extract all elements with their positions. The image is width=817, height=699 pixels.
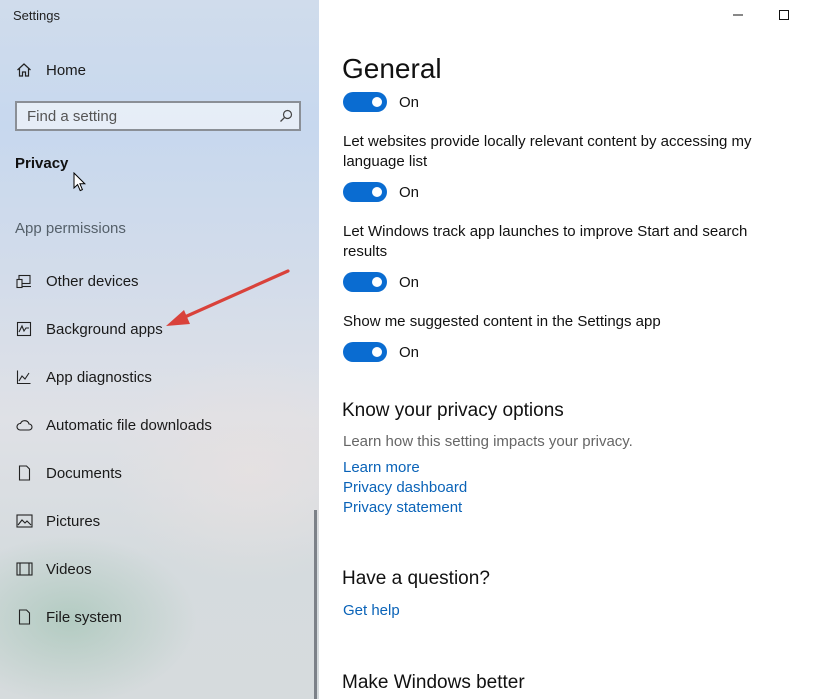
videos-icon [15, 560, 33, 578]
search-icon[interactable] [279, 109, 293, 123]
sidebar-item-label: App diagnostics [46, 368, 152, 386]
sidebar: Settings Home Privacy App permissions Ot… [0, 0, 319, 699]
background-apps-icon [15, 320, 33, 338]
search-input[interactable] [27, 107, 267, 125]
learn-more-link[interactable]: Learn more [343, 459, 420, 476]
page-title: General [342, 53, 442, 84]
privacy-statement-link[interactable]: Privacy statement [343, 499, 462, 516]
make-windows-better-heading: Make Windows better [342, 672, 525, 693]
sidebar-item-automatic-file-downloads[interactable]: Automatic file downloads [15, 416, 212, 434]
toggle-state: On [399, 183, 420, 201]
sidebar-item-documents[interactable]: Documents [15, 464, 122, 482]
maximize-button[interactable] [761, 0, 807, 30]
toggle-switch[interactable] [343, 272, 387, 292]
toggle-state: On [399, 93, 420, 111]
toggle-switch[interactable] [343, 92, 387, 112]
app-diagnostics-icon [15, 368, 33, 386]
toggle-switch[interactable] [343, 342, 387, 362]
file-icon [15, 608, 33, 626]
home-icon [15, 61, 33, 79]
devices-icon [15, 272, 33, 290]
setting-toggle-row: On [343, 342, 419, 362]
sidebar-item-videos[interactable]: Videos [15, 560, 92, 578]
sidebar-item-background-apps[interactable]: Background apps [15, 320, 163, 338]
sidebar-scrollbar[interactable] [314, 510, 317, 699]
sidebar-item-label: Background apps [46, 320, 163, 338]
minimize-icon [733, 14, 743, 16]
setting-toggle-row: On [343, 182, 419, 202]
setting-description: Let Windows track app launches to improv… [343, 223, 748, 260]
toggle-state: On [399, 273, 420, 291]
annotation-arrow-icon [166, 269, 290, 326]
document-icon [15, 464, 33, 482]
setting-toggle-row: On [343, 272, 419, 292]
sidebar-item-label: Other devices [46, 272, 139, 290]
setting-description: Show me suggested content in the Setting… [343, 313, 661, 330]
sidebar-item-file-system[interactable]: File system [15, 608, 122, 626]
sidebar-item-label: Videos [46, 560, 92, 578]
mouse-cursor-icon [73, 172, 87, 192]
get-help-link[interactable]: Get help [343, 602, 400, 619]
window-title: Settings [13, 8, 60, 23]
sidebar-item-label: Automatic file downloads [46, 416, 212, 434]
sidebar-item-pictures[interactable]: Pictures [15, 512, 100, 530]
sidebar-item-label: Documents [46, 464, 122, 482]
privacy-options-text: Learn how this setting impacts your priv… [343, 433, 633, 450]
sidebar-item-label: File system [46, 608, 122, 626]
maximize-icon [779, 10, 789, 20]
cloud-icon [15, 416, 33, 434]
toggle-state: On [399, 343, 420, 361]
section-title: Privacy [15, 155, 69, 172]
group-label-app-permissions: App permissions [15, 220, 126, 237]
setting-description: Let websites provide locally relevant co… [343, 133, 752, 170]
privacy-dashboard-link[interactable]: Privacy dashboard [343, 479, 467, 496]
pictures-icon [15, 512, 33, 530]
sidebar-item-home[interactable]: Home [15, 61, 86, 79]
sidebar-item-other-devices[interactable]: Other devices [15, 272, 139, 290]
minimize-button[interactable] [715, 0, 761, 30]
question-heading: Have a question? [342, 568, 490, 589]
sidebar-item-label: Pictures [46, 512, 101, 530]
sidebar-item-app-diagnostics[interactable]: App diagnostics [15, 368, 152, 386]
sidebar-item-label: Home [46, 61, 87, 79]
setting-toggle-row: On [343, 92, 419, 112]
privacy-options-heading: Know your privacy options [342, 400, 564, 421]
toggle-switch[interactable] [343, 182, 387, 202]
search-box[interactable] [15, 101, 301, 131]
